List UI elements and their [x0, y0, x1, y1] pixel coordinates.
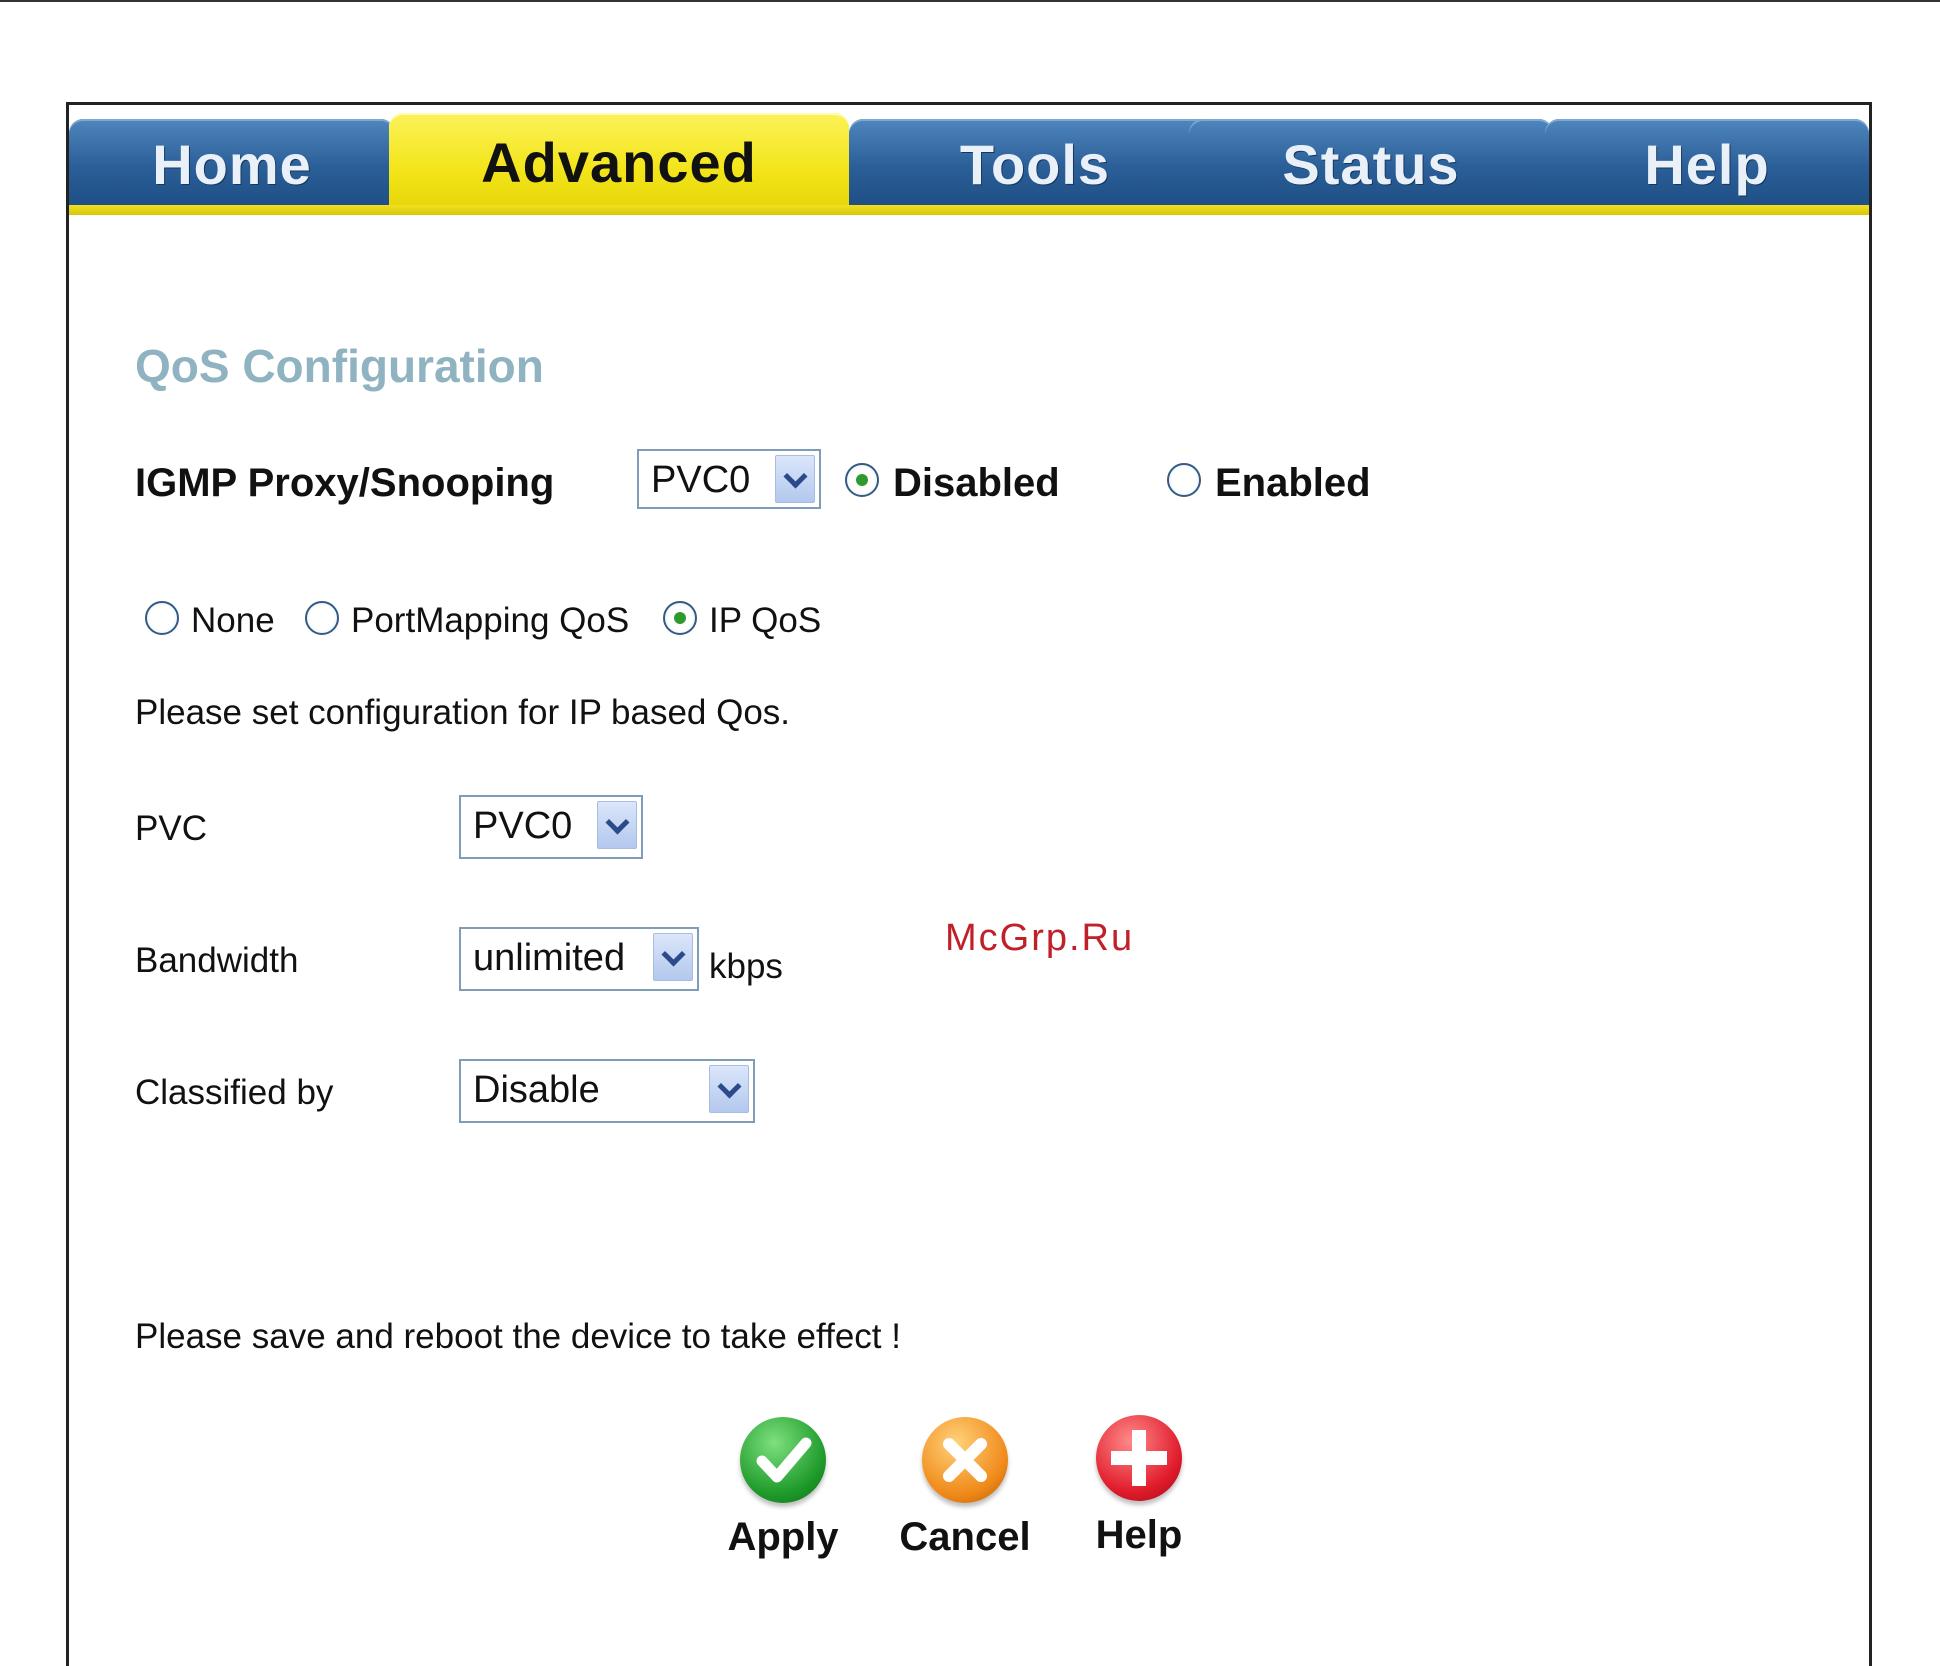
igmp-disabled-label: Disabled — [893, 461, 1060, 505]
apply-button[interactable]: Apply — [713, 1417, 853, 1567]
x-icon — [922, 1417, 1008, 1503]
igmp-enabled-radio[interactable] — [1167, 463, 1201, 497]
bandwidth-select[interactable]: unlimited — [459, 927, 699, 991]
igmp-pvc-select[interactable]: PVC0 — [637, 449, 821, 509]
qos-none-label: None — [191, 601, 275, 640]
igmp-disabled-radio[interactable] — [845, 463, 879, 497]
bandwidth-value: unlimited — [473, 937, 626, 979]
plus-icon — [1096, 1415, 1182, 1501]
chevron-down-icon — [653, 933, 693, 981]
classified-by-select[interactable]: Disable — [459, 1059, 755, 1123]
igmp-label: IGMP Proxy/Snooping — [135, 461, 555, 505]
chevron-down-icon — [709, 1065, 749, 1113]
top-rule — [0, 0, 1940, 2]
pvc-select[interactable]: PVC0 — [459, 795, 643, 859]
help-label: Help — [1095, 1513, 1183, 1557]
apply-label: Apply — [727, 1515, 839, 1559]
tab-tools[interactable]: Tools — [849, 119, 1221, 205]
tab-tools-label: Tools — [959, 133, 1111, 196]
tab-help-label: Help — [1644, 133, 1770, 196]
notice-text: Please save and reboot the device to tak… — [135, 1317, 901, 1356]
qos-ip-label: IP QoS — [709, 601, 822, 640]
classified-by-label: Classified by — [135, 1073, 334, 1112]
help-button[interactable]: Help — [1069, 1415, 1209, 1565]
chevron-down-icon — [597, 801, 637, 849]
tab-underline — [69, 205, 1869, 215]
pvc-value: PVC0 — [473, 805, 573, 847]
tab-advanced-label: Advanced — [481, 131, 757, 194]
qos-ip-radio[interactable] — [663, 601, 697, 635]
tab-bar: Home Tools Status Help Advanced — [69, 105, 1869, 217]
qos-portmapping-radio[interactable] — [305, 601, 339, 635]
tab-status-label: Status — [1282, 133, 1460, 196]
bandwidth-unit: kbps — [709, 947, 783, 986]
tab-status[interactable]: Status — [1189, 119, 1553, 205]
cancel-label: Cancel — [899, 1515, 1031, 1559]
classified-by-value: Disable — [473, 1069, 600, 1111]
watermark: McGrp.Ru — [945, 917, 1135, 959]
config-panel: Home Tools Status Help Advanced QoS Conf… — [66, 102, 1872, 1666]
qos-portmapping-label: PortMapping QoS — [351, 601, 630, 640]
tab-home-label: Home — [152, 133, 312, 196]
chevron-down-icon — [775, 455, 815, 503]
igmp-enabled-label: Enabled — [1215, 461, 1371, 505]
tab-advanced[interactable]: Advanced — [389, 113, 849, 207]
tab-home[interactable]: Home — [69, 119, 395, 205]
tab-help[interactable]: Help — [1545, 119, 1869, 205]
check-icon — [740, 1417, 826, 1503]
page-title: QoS Configuration — [135, 340, 544, 392]
instruction-text: Please set configuration for IP based Qo… — [135, 693, 791, 732]
igmp-pvc-value: PVC0 — [651, 459, 751, 501]
pvc-label: PVC — [135, 809, 207, 848]
cancel-button[interactable]: Cancel — [895, 1417, 1035, 1567]
bandwidth-label: Bandwidth — [135, 941, 299, 980]
qos-none-radio[interactable] — [145, 601, 179, 635]
